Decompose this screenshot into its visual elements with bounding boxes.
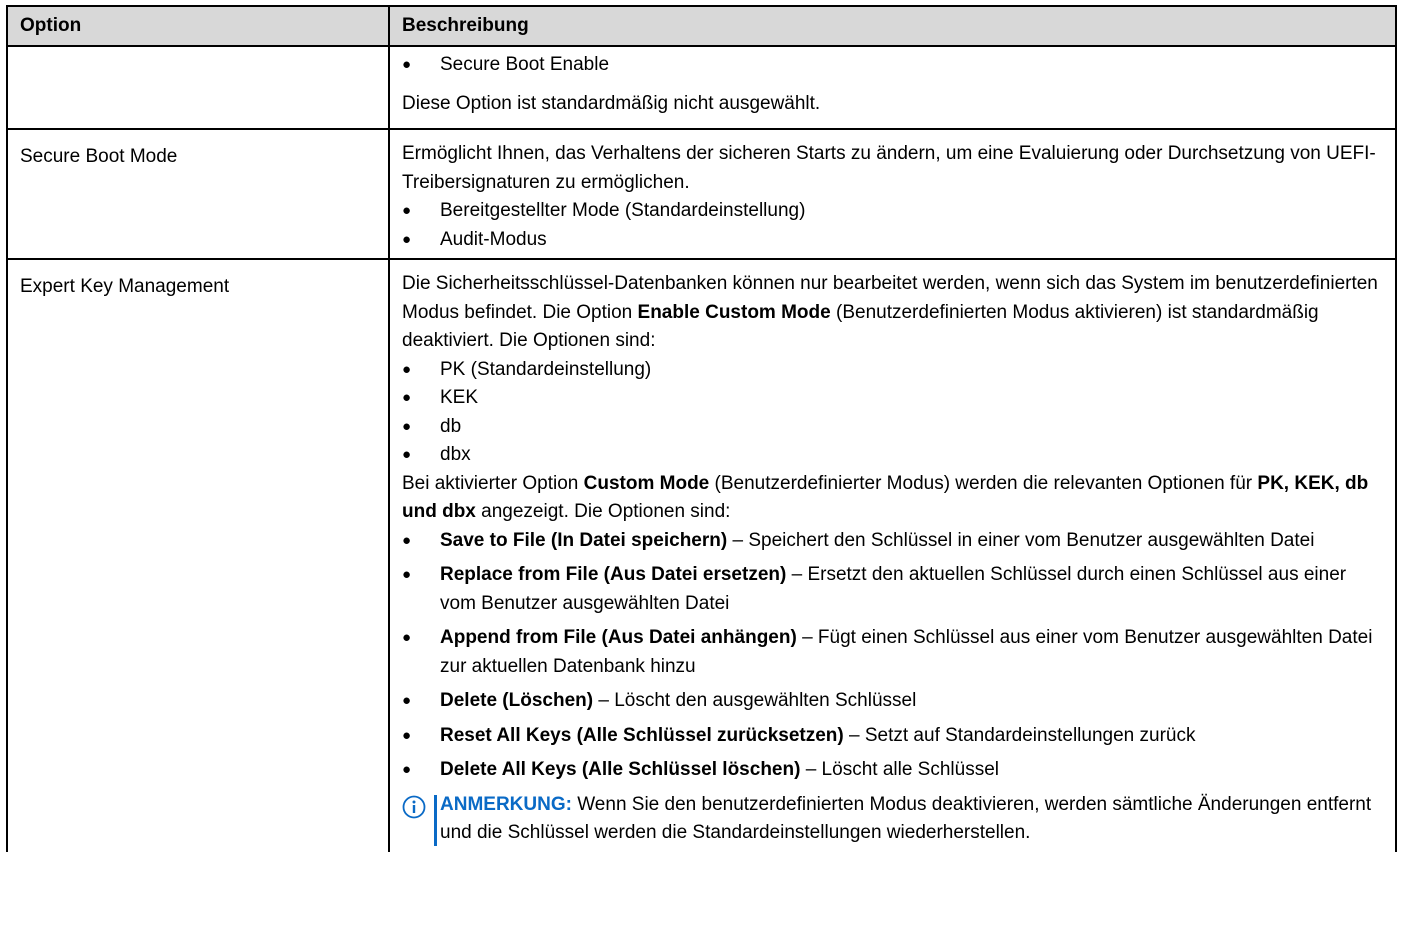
note-accent-bar [434, 794, 437, 846]
options-table: Option Beschreibung ● Secure Boot Enable … [6, 5, 1397, 852]
note-text: Wenn Sie den benutzerdefinierten Modus d… [440, 793, 1372, 844]
bullet-icon: ● [402, 692, 412, 709]
bullet-icon: ● [402, 446, 412, 463]
action-list: ● Save to File (In Datei speichern) – Spe… [402, 527, 1385, 785]
bullet-icon: ● [402, 389, 412, 406]
bullet-icon: ● [402, 726, 412, 744]
description-text: Bei aktivierter Option Custom Mode (Benu… [402, 472, 1369, 523]
table-row: ● Secure Boot Enable Diese Option ist sta… [6, 45, 1397, 130]
description-text: Die Sicherheitsschlüssel-Datenbanken kön… [402, 273, 1378, 351]
bullet-list: ● Bereitgestellter Mode (Standardeinstell… [402, 197, 1385, 254]
table-row: Secure Boot Mode Ermöglicht Ihnen, das V… [6, 128, 1397, 260]
table-header-row: Option Beschreibung [6, 5, 1397, 47]
description-cell: ● Secure Boot Enable Diese Option ist sta… [388, 45, 1397, 130]
option-cell: Expert Key Management [6, 258, 390, 852]
list-item: ● Secure Boot Enable [402, 51, 1385, 80]
table-row: Expert Key Management Die Sicherheitssch… [6, 258, 1397, 852]
bullet-icon: ● [402, 56, 412, 73]
list-item: ● Delete (Löschen) – Löscht den ausgewähl… [402, 687, 1385, 716]
list-item: ● Append from File (Aus Datei anhängen) –… [402, 624, 1385, 681]
list-item: ● dbx [402, 441, 1385, 470]
note-label: ANMERKUNG: [440, 793, 572, 815]
description-text: Diese Option ist standardmäßig nicht aus… [402, 92, 821, 114]
list-item: ● Bereitgestellter Mode (Standardeinstell… [402, 197, 1385, 226]
note-box: ANMERKUNG: Wenn Sie den benutzerdefinier… [402, 791, 1385, 848]
bullet-icon: ● [402, 230, 412, 248]
header-description: Beschreibung [388, 5, 1397, 47]
header-option: Option [6, 5, 390, 47]
list-item: ● Save to File (In Datei speichern) – Spe… [402, 527, 1385, 556]
list-item: ● Replace from File (Aus Datei ersetzen) … [402, 561, 1385, 618]
list-item: ● db [402, 413, 1385, 442]
description-text: Ermöglicht Ihnen, das Verhaltens der sic… [402, 143, 1376, 193]
bullet-icon: ● [402, 566, 412, 583]
bullet-list: ● PK (Standardeinstellung) ● KEK ● db ● dbx [402, 356, 1385, 470]
list-item: ● PK (Standardeinstellung) [402, 356, 1385, 385]
option-cell: Secure Boot Mode [6, 128, 390, 260]
list-item: ● KEK [402, 384, 1385, 413]
option-cell [6, 45, 390, 130]
list-item: ● Reset All Keys (Alle Schlüssel zurückse… [402, 722, 1385, 751]
list-item: ● Audit-Modus [402, 226, 1385, 255]
description-cell: Die Sicherheitsschlüssel-Datenbanken kön… [388, 258, 1397, 852]
bullet-icon: ● [402, 761, 412, 778]
description-cell: Ermöglicht Ihnen, das Verhaltens der sic… [388, 128, 1397, 260]
bullet-icon: ● [402, 202, 412, 219]
info-icon [402, 795, 426, 818]
bullet-list: ● Secure Boot Enable [402, 51, 1385, 80]
bullet-icon: ● [402, 417, 412, 435]
bullet-icon: ● [402, 531, 412, 549]
bullet-icon: ● [402, 629, 412, 646]
list-item: ● Delete All Keys (Alle Schlüssel löschen… [402, 756, 1385, 785]
bullet-icon: ● [402, 360, 412, 378]
